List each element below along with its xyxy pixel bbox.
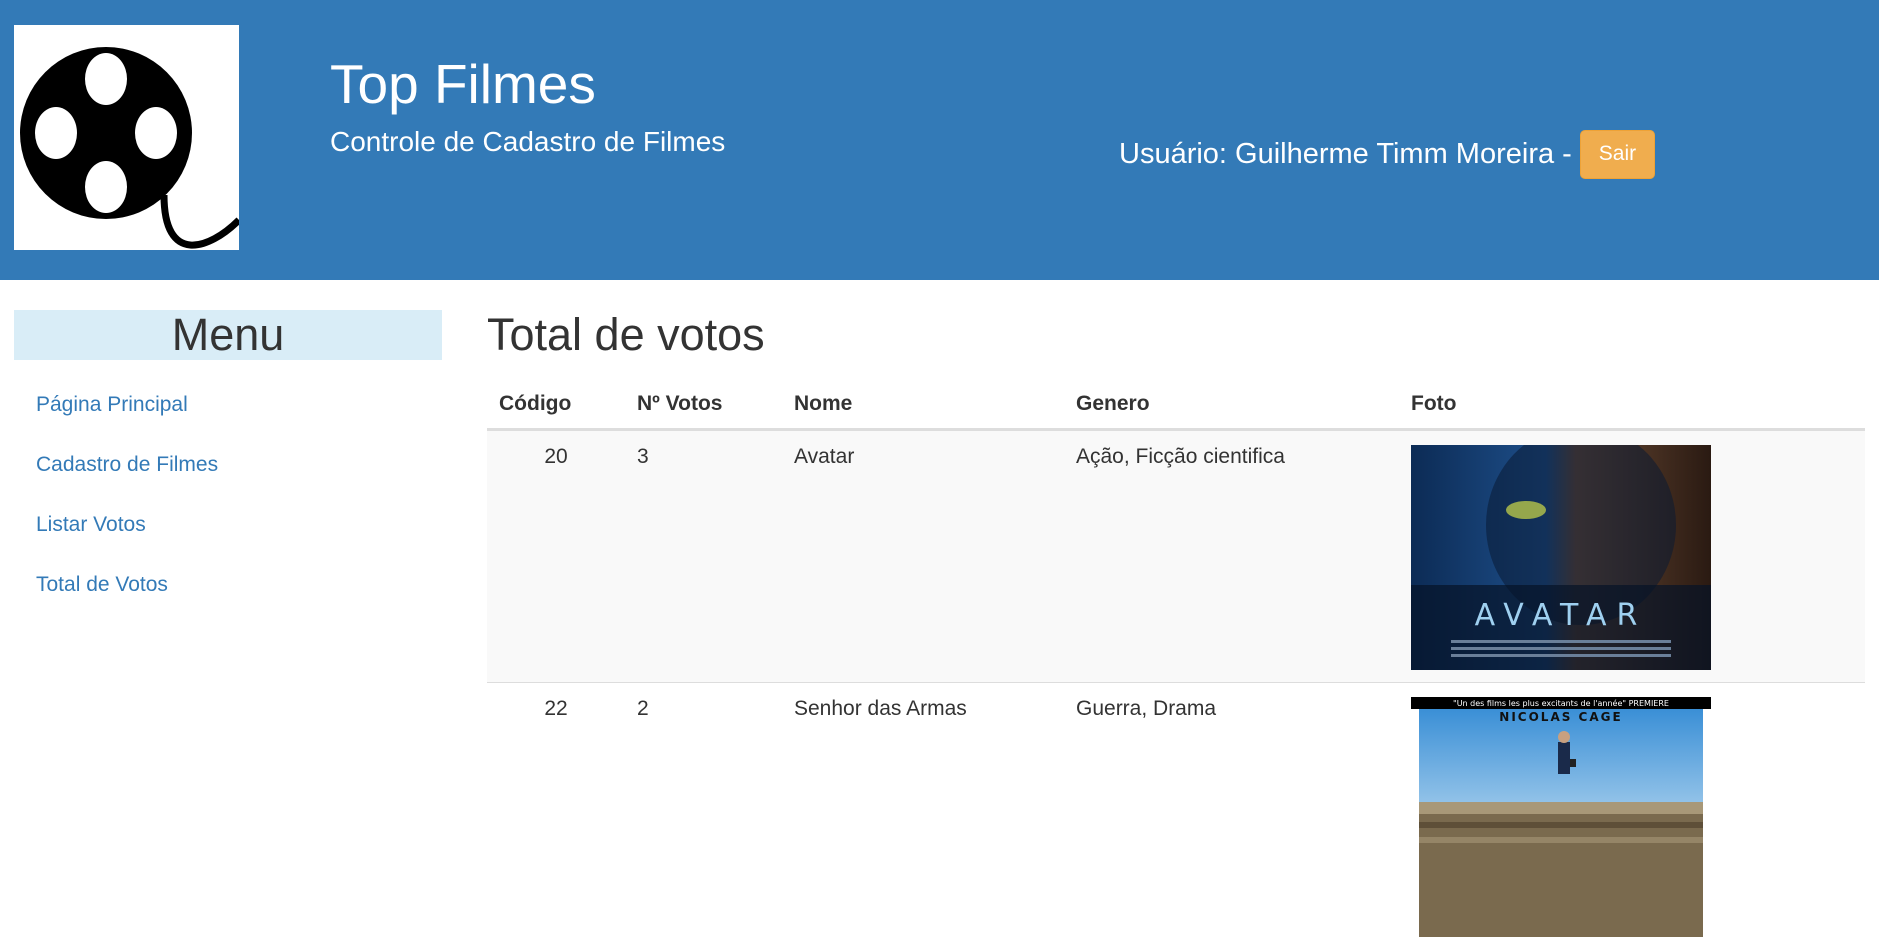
column-header-photo: Foto bbox=[1399, 380, 1865, 430]
poster-title: AVATAR bbox=[1475, 598, 1648, 633]
sidebar-item-cadastro-de-filmes[interactable]: Cadastro de Filmes bbox=[36, 453, 218, 476]
logout-button[interactable]: Sair bbox=[1580, 130, 1655, 179]
sidebar-item-total-de-votos[interactable]: Total de Votos bbox=[36, 573, 168, 596]
cell-code: 20 bbox=[487, 430, 625, 683]
avatar-poster-image: AVATAR bbox=[1411, 445, 1711, 670]
film-reel-icon bbox=[14, 25, 239, 250]
cell-votes: 3 bbox=[625, 430, 782, 683]
user-area: Usuário: Guilherme Timm Moreira - Sair bbox=[1119, 129, 1655, 179]
table-row: 20 3 Avatar Ação, Ficção cientifica bbox=[487, 430, 1865, 683]
votes-table: Código Nº Votos Nome Genero Foto 20 3 Av… bbox=[487, 380, 1865, 949]
column-header-code: Código bbox=[487, 380, 625, 430]
poster-actor-name: NICOLAS CAGE bbox=[1499, 710, 1622, 724]
site-title: Top Filmes bbox=[330, 52, 596, 116]
cell-name: Senhor das Armas bbox=[782, 683, 1064, 949]
lord-of-war-poster-image: "Un des films les plus excitants de l'an… bbox=[1411, 697, 1711, 937]
table-header-row: Código Nº Votos Nome Genero Foto bbox=[487, 380, 1865, 430]
user-separator: - bbox=[1562, 138, 1572, 171]
cell-photo: "Un des films les plus excitants de l'an… bbox=[1399, 683, 1865, 949]
cell-name: Avatar bbox=[782, 430, 1064, 683]
cell-genre: Ação, Ficção cientifica bbox=[1064, 430, 1399, 683]
cell-photo: AVATAR bbox=[1399, 430, 1865, 683]
page-title: Total de votos bbox=[487, 305, 765, 365]
column-header-genre: Genero bbox=[1064, 380, 1399, 430]
cell-code: 22 bbox=[487, 683, 625, 949]
table-row: 22 2 Senhor das Armas Guerra, Drama "Un … bbox=[487, 683, 1865, 949]
user-label: Usuário: Guilherme Timm Moreira bbox=[1119, 138, 1554, 171]
cell-genre: Guerra, Drama bbox=[1064, 683, 1399, 949]
sidebar-item-listar-votos[interactable]: Listar Votos bbox=[36, 513, 146, 536]
site-header: Top Filmes Controle de Cadastro de Filme… bbox=[0, 0, 1879, 280]
sidebar-menu: Página Principal Cadastro de Filmes List… bbox=[36, 385, 218, 625]
site-subtitle: Controle de Cadastro de Filmes bbox=[330, 126, 725, 158]
sidebar-item-pagina-principal[interactable]: Página Principal bbox=[36, 393, 188, 416]
poster-tagline: "Un des films les plus excitants de l'an… bbox=[1453, 698, 1669, 708]
column-header-votes: Nº Votos bbox=[625, 380, 782, 430]
cell-votes: 2 bbox=[625, 683, 782, 949]
menu-title: Menu bbox=[14, 310, 442, 360]
column-header-name: Nome bbox=[782, 380, 1064, 430]
